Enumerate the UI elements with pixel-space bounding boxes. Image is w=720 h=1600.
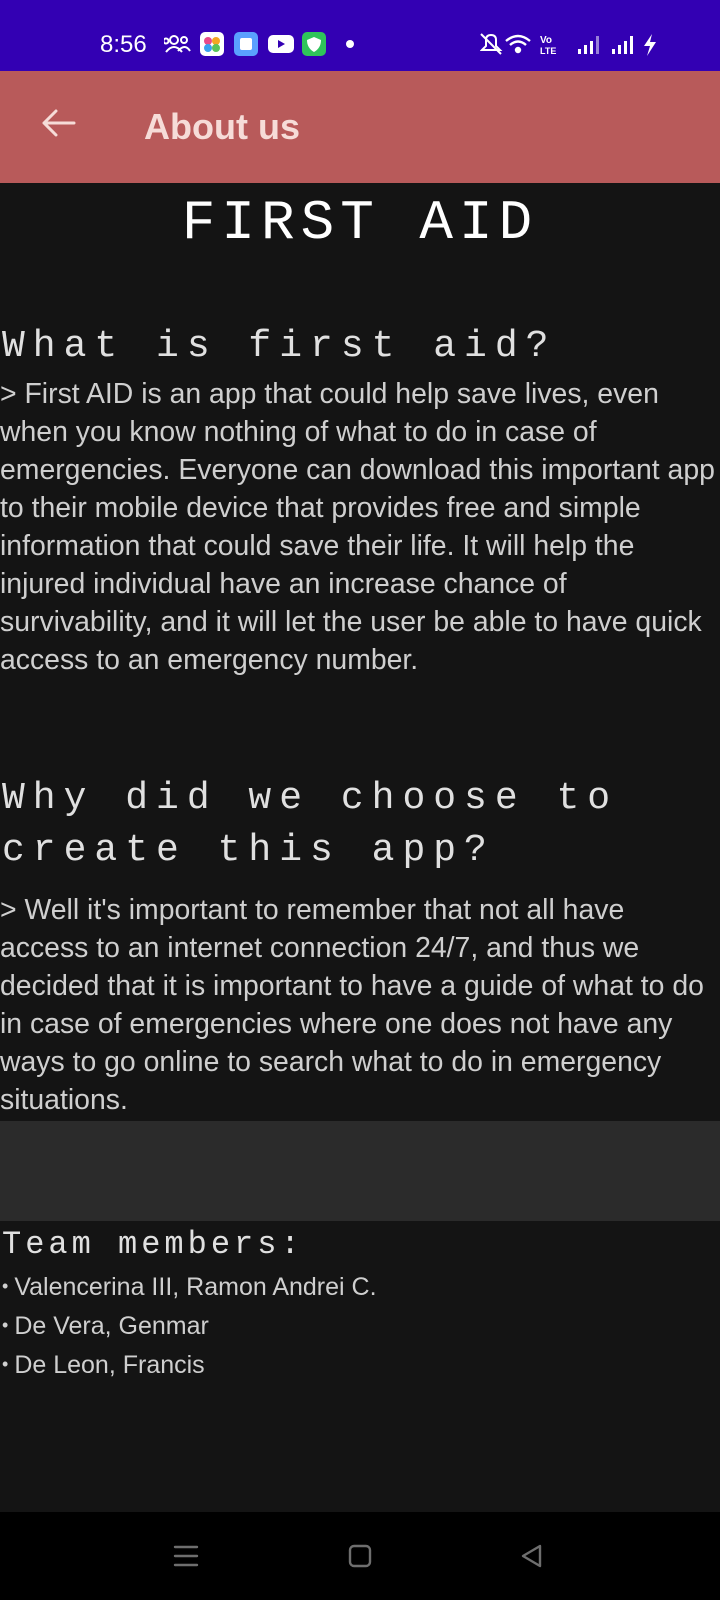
- recents-button[interactable]: [166, 1536, 206, 1576]
- section-heading-what: What is first aid?: [2, 325, 557, 368]
- team-member: • De Vera, Genmar: [2, 1306, 377, 1345]
- system-nav-bar: [0, 1512, 720, 1600]
- status-right-icons: Vo LTE: [480, 33, 656, 56]
- home-button[interactable]: [340, 1536, 380, 1576]
- arrow-left-icon: [42, 109, 76, 137]
- wifi-icon: [505, 34, 531, 54]
- mute-bell-icon: [480, 33, 503, 55]
- dot-icon: [346, 40, 354, 48]
- section-body-why: > Well it's important to remember that n…: [0, 894, 704, 1116]
- team-member-name: De Leon, Francis: [14, 1351, 205, 1379]
- section-body-what: > First AID is an app that could help sa…: [0, 378, 715, 676]
- signal-icon: [578, 36, 599, 54]
- team-member: • Valencerina III, Ramon Andrei C.: [2, 1267, 377, 1306]
- back-triangle-icon: [521, 1544, 542, 1568]
- section-heading-why: Why did we choose to create this app?: [2, 777, 619, 872]
- files-app-icon: [234, 32, 258, 56]
- shield-app-icon: [302, 32, 326, 56]
- youtube-icon: [268, 35, 294, 53]
- photos-app-icon: [200, 32, 224, 56]
- svg-text:LTE: LTE: [540, 46, 556, 56]
- team-member: • De Leon, Francis: [2, 1345, 377, 1384]
- app-bar: About us: [0, 71, 720, 183]
- team-heading: Team members:: [2, 1226, 304, 1263]
- team-list: • Valencerina III, Ramon Andrei C. • De Ve…: [2, 1267, 377, 1384]
- page-title: About us: [144, 106, 300, 147]
- charging-icon: [644, 34, 656, 56]
- home-square-icon: [348, 1544, 372, 1568]
- signal-icon: [612, 36, 633, 54]
- team-member-name: De Vera, Genmar: [14, 1312, 209, 1340]
- people-icon: [164, 35, 191, 53]
- back-nav-button[interactable]: [512, 1536, 552, 1576]
- volte-label: Vo: [540, 35, 552, 46]
- divider-band: [0, 1121, 720, 1221]
- bullet: •: [2, 1354, 9, 1374]
- menu-icon: [173, 1545, 199, 1567]
- bullet: •: [2, 1276, 9, 1296]
- back-button[interactable]: [30, 95, 86, 151]
- status-bar: 8:56 Vo LTE: [0, 0, 720, 71]
- app-name-heading: FIRST AID: [181, 191, 539, 255]
- bullet: •: [2, 1315, 9, 1335]
- status-time: 8:56: [100, 31, 147, 58]
- status-left-icons: [164, 32, 354, 56]
- about-content[interactable]: FIRST AID What is first aid? > First AID…: [0, 183, 720, 1512]
- team-member-name: Valencerina III, Ramon Andrei C.: [14, 1273, 377, 1301]
